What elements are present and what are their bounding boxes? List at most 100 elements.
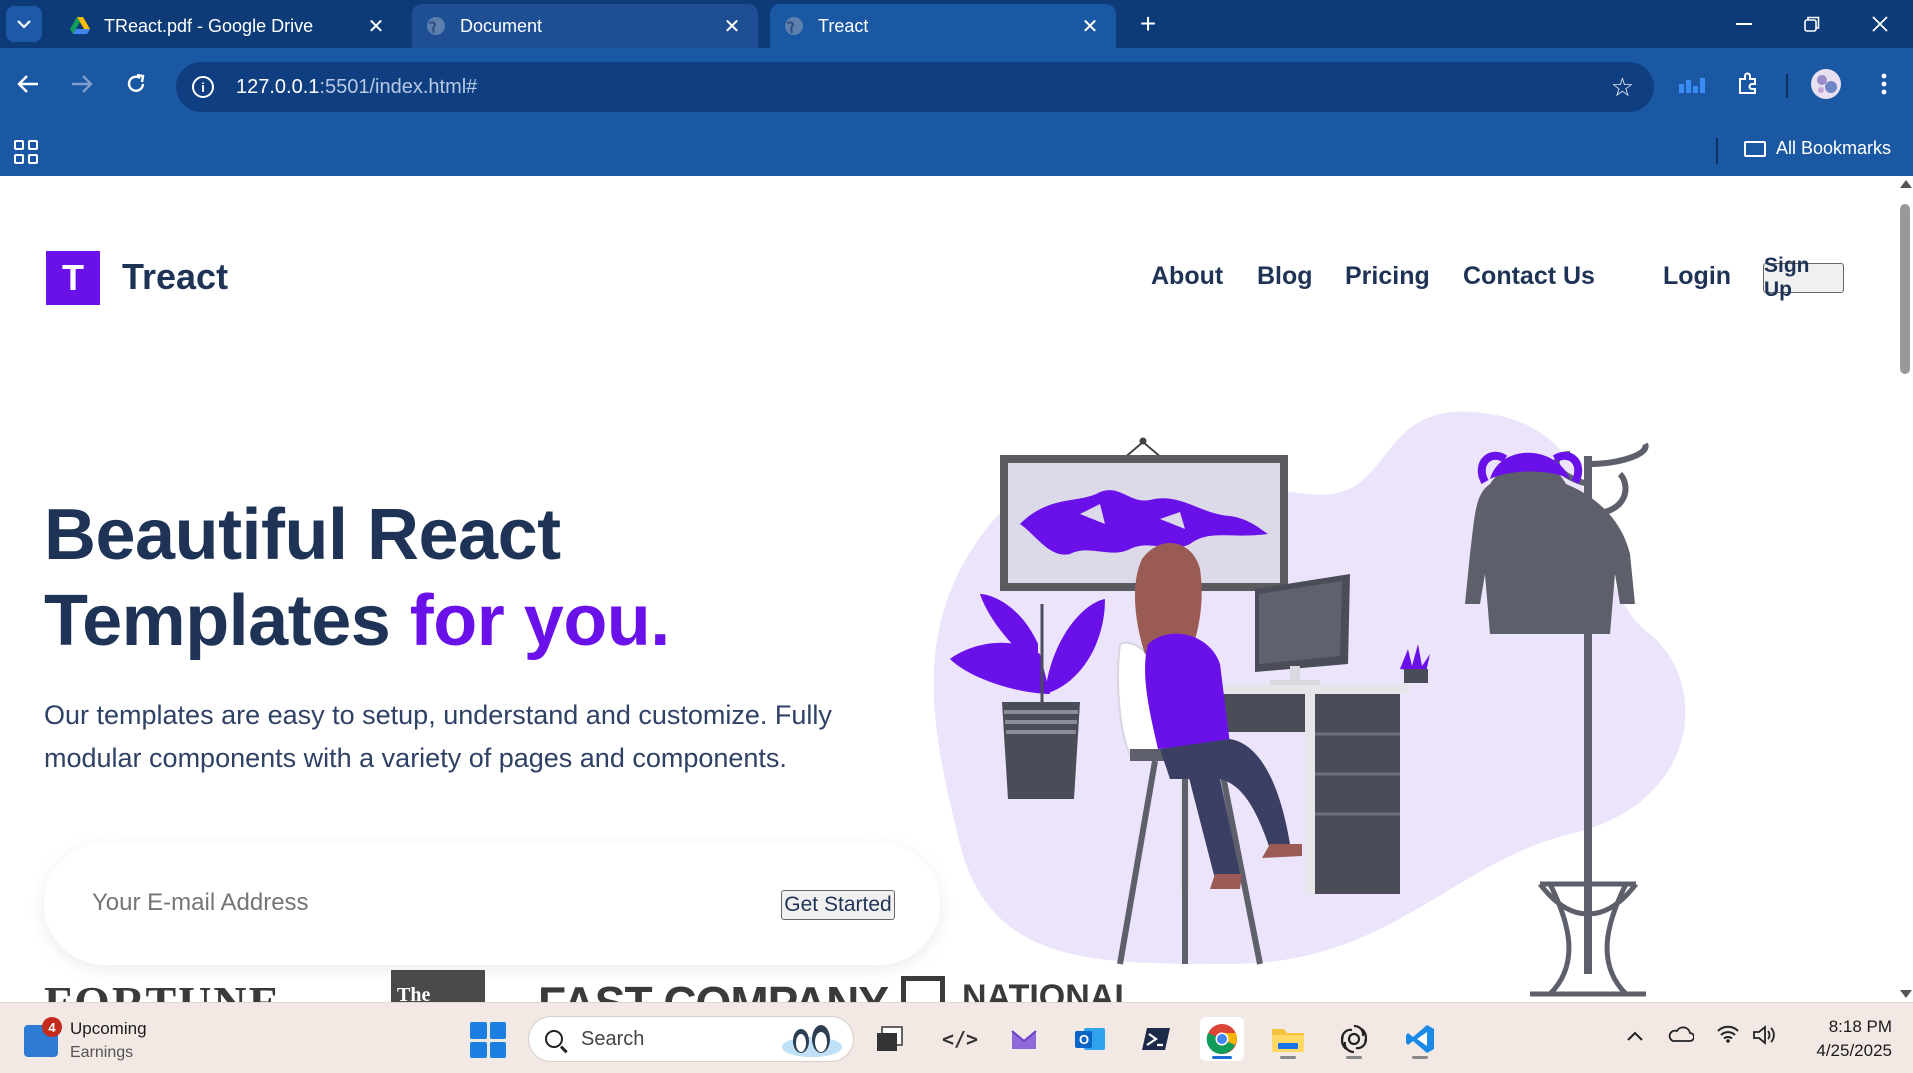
notification-badge: 4 xyxy=(42,1017,62,1037)
extension-chart-icon[interactable] xyxy=(1674,66,1710,102)
hero-heading-line2-text: Templates xyxy=(44,581,410,661)
folder-icon xyxy=(1272,1029,1304,1052)
taskbar-app-task-view[interactable] xyxy=(868,1017,912,1061)
taskbar-app-chatgpt[interactable] xyxy=(1332,1017,1376,1061)
tab-title: Treact xyxy=(818,15,869,36)
email-signup-form: Get Started xyxy=(44,843,940,965)
hero-heading-line2: Templates for you. xyxy=(44,578,670,664)
svg-text:O: O xyxy=(1079,1032,1089,1047)
scroll-down-arrow-icon[interactable] xyxy=(1900,990,1912,998)
globe-icon xyxy=(427,17,445,35)
browser-tab-bar: TReact.pdf - Google Drive ✕ Document ✕ T… xyxy=(0,0,1913,48)
widgets-button[interactable]: 4 Upcoming Earnings xyxy=(24,1017,147,1065)
profile-avatar[interactable] xyxy=(1808,66,1844,102)
address-bar[interactable]: i 127.0.0.1:5501/index.html# ☆ xyxy=(176,62,1654,112)
tab-title: Document xyxy=(460,15,543,36)
press-logo-fast-company: FAST COMPANY xyxy=(538,976,889,1002)
page-viewport: T Treact About Blog Pricing Contact Us L… xyxy=(0,176,1897,1002)
onedrive-cloud-icon[interactable] xyxy=(1668,1025,1695,1048)
widget-text: Upcoming Earnings xyxy=(70,1017,147,1065)
scroll-thumb[interactable] xyxy=(1900,204,1910,374)
toolbar-divider xyxy=(1786,74,1788,98)
google-drive-icon xyxy=(70,17,90,34)
windows-taskbar: 4 Upcoming Earnings Search </> O 8:18 PM… xyxy=(0,1002,1913,1073)
folder-icon xyxy=(1744,140,1766,157)
openai-icon xyxy=(1340,1024,1368,1054)
volume-icon[interactable] xyxy=(1752,1025,1778,1051)
back-button[interactable] xyxy=(8,64,48,104)
reload-icon xyxy=(127,73,145,92)
tab-google-drive[interactable]: TReact.pdf - Google Drive ✕ xyxy=(56,4,402,48)
more-menu-icon[interactable] xyxy=(1866,66,1902,102)
bookmark-star-icon[interactable]: ☆ xyxy=(1611,72,1634,103)
globe-icon xyxy=(785,17,803,35)
minimize-button[interactable] xyxy=(1724,8,1764,40)
url-host: 127.0.0.1 xyxy=(236,75,320,98)
scroll-up-arrow-icon[interactable] xyxy=(1900,180,1912,188)
taskbar-search[interactable]: Search xyxy=(528,1016,854,1062)
page-scrollbar[interactable] xyxy=(1897,176,1913,1002)
press-logo-the: The xyxy=(397,984,431,1002)
code-brackets-icon: </> xyxy=(941,1027,979,1051)
restore-icon xyxy=(1804,16,1820,32)
logo-text[interactable]: Treact xyxy=(122,256,228,298)
taskbar-app-powershell[interactable] xyxy=(1134,1017,1178,1061)
taskbar-app-file-explorer[interactable] xyxy=(1266,1017,1310,1061)
clock-time: 8:18 PM xyxy=(1828,1017,1892,1036)
new-tab-button[interactable]: + xyxy=(1132,8,1164,40)
browser-toolbar: i 127.0.0.1:5501/index.html# ☆ All Bookm… xyxy=(0,48,1913,176)
close-icon xyxy=(1872,16,1888,32)
press-logo-fortune: FORTUNE xyxy=(44,976,281,1002)
tab-treact[interactable]: Treact ✕ xyxy=(770,4,1116,48)
arrow-left-icon xyxy=(17,75,38,93)
wifi-icon[interactable] xyxy=(1716,1025,1740,1049)
login-link[interactable]: Login xyxy=(1663,262,1731,291)
taskbar-app-dev-tools[interactable]: </> xyxy=(938,1017,982,1061)
close-icon[interactable]: ✕ xyxy=(1078,14,1102,39)
bookmarks-divider xyxy=(1716,138,1718,164)
extensions-puzzle-icon[interactable] xyxy=(1730,66,1766,102)
all-bookmarks-button[interactable]: All Bookmarks xyxy=(1744,138,1891,159)
tab-search-button[interactable] xyxy=(6,6,42,42)
hero-subtitle: Our templates are easy to setup, underst… xyxy=(44,700,832,773)
terminal-icon xyxy=(1142,1028,1170,1050)
get-started-button[interactable]: Get Started xyxy=(781,890,895,920)
restore-button[interactable] xyxy=(1792,8,1832,40)
all-bookmarks-label: All Bookmarks xyxy=(1776,138,1892,158)
hanging-jacket xyxy=(1465,461,1635,634)
tab-title: TReact.pdf - Google Drive xyxy=(104,15,314,36)
taskbar-app-chrome[interactable] xyxy=(1200,1017,1244,1061)
clock-date: 4/25/2025 xyxy=(1816,1041,1892,1060)
taskbar-app-vscode[interactable] xyxy=(1398,1017,1442,1061)
chrome-icon xyxy=(1206,1024,1237,1054)
system-clock[interactable]: 8:18 PM 4/25/2025 xyxy=(1800,1015,1892,1063)
nav-link-contact-us[interactable]: Contact Us xyxy=(1463,262,1595,291)
email-input[interactable] xyxy=(92,889,692,917)
taskbar-app-mail[interactable] xyxy=(1002,1017,1046,1061)
nav-link-about[interactable]: About xyxy=(1151,262,1223,291)
close-window-button[interactable] xyxy=(1860,8,1900,40)
nav-link-pricing[interactable]: Pricing xyxy=(1345,262,1430,291)
forward-button[interactable] xyxy=(62,64,102,104)
bookmarks-bar: All Bookmarks xyxy=(0,128,1913,176)
site-info-icon[interactable]: i xyxy=(192,76,214,98)
url-text[interactable]: 127.0.0.1:5501/index.html# xyxy=(236,76,477,99)
start-button[interactable] xyxy=(470,1022,506,1058)
search-label: Search xyxy=(581,1027,645,1050)
sign-up-button[interactable]: Sign Up xyxy=(1763,254,1844,301)
widget-title: Upcoming xyxy=(70,1019,147,1038)
hero-heading: Beautiful React Templates for you. xyxy=(44,492,670,664)
show-hidden-icons-chevron-icon[interactable] xyxy=(1626,1025,1644,1048)
apps-grid-icon[interactable] xyxy=(14,140,38,164)
taskbar-app-outlook[interactable]: O xyxy=(1068,1017,1112,1061)
tab-document[interactable]: Document ✕ xyxy=(412,4,758,48)
close-icon[interactable]: ✕ xyxy=(364,14,388,39)
close-icon[interactable]: ✕ xyxy=(720,14,744,39)
nav-link-blog[interactable]: Blog xyxy=(1257,262,1313,291)
plant-pot xyxy=(1002,702,1080,799)
reload-button[interactable] xyxy=(116,64,156,104)
search-icon xyxy=(545,1030,563,1048)
calendar-icon: 4 xyxy=(24,1017,62,1057)
url-path: :5501/index.html# xyxy=(319,75,478,98)
logo-mark[interactable]: T xyxy=(46,251,100,305)
